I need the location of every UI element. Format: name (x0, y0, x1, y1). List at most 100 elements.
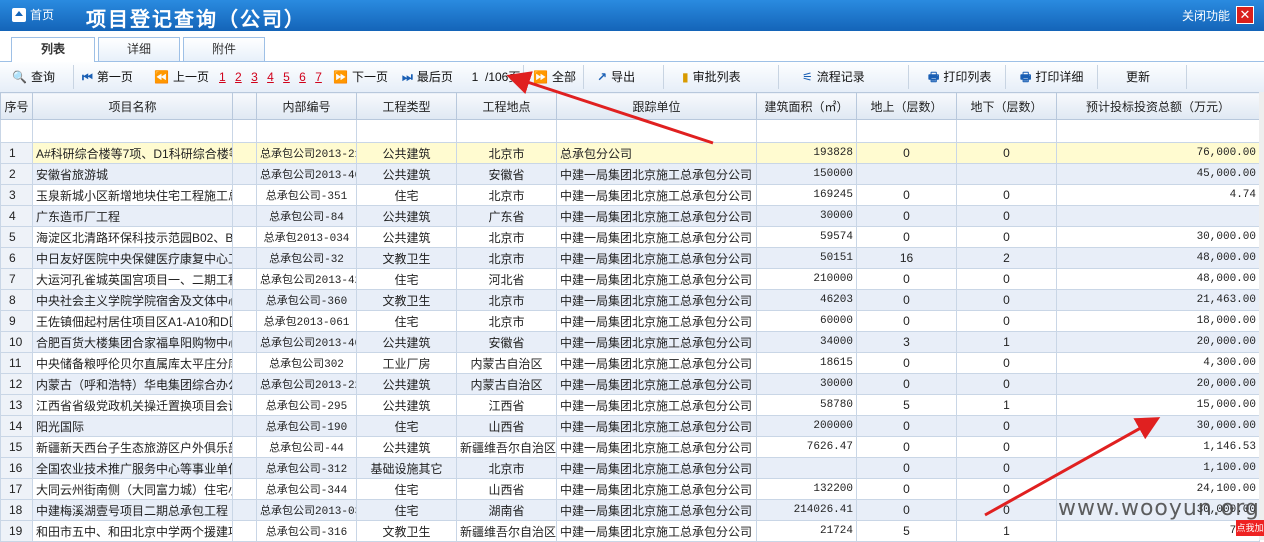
page-link-2[interactable]: 2 (235, 70, 242, 84)
filter-cell[interactable] (556, 119, 757, 143)
filter-cell[interactable] (456, 119, 557, 143)
next-page-icon: ⏩ (333, 70, 348, 84)
table-cell: 0 (856, 499, 957, 521)
page-link-3[interactable]: 3 (251, 70, 258, 84)
cell-spacer (232, 415, 257, 437)
table-cell: 住宅 (356, 478, 457, 500)
table-row[interactable]: 14 阳光国际 总承包公司-190 住宅 山西省 中建一局集团北京施工总承包分公司 2000… (0, 415, 1260, 437)
table-row[interactable]: 1 A#科研综合楼等7项、D1科研综合楼等 总承包公司2013-21 公共建筑 北京市总… (0, 142, 1260, 164)
col-header[interactable]: 内部编号 (256, 92, 357, 120)
page-link-5[interactable]: 5 (283, 70, 290, 84)
page-link-7[interactable]: 7 (315, 70, 322, 84)
col-header-spacer (232, 92, 257, 120)
table-cell: 山西省 (456, 415, 557, 437)
project-table: 序号 项目名称 内部编号 工程类型 工程地点 跟踪单位 建筑面积（㎡） 地上（层… (0, 92, 1260, 542)
table-row[interactable]: 7 大运河孔雀城英国宫项目一、二期工程 总承包公司2013-42 住宅 河北省 中建一局集… (0, 268, 1260, 290)
table-row[interactable]: 15 新疆新天西台子生态旅游区户外俱乐部 总承包公司-44 公共建筑 新疆维吾尔自治区中… (0, 436, 1260, 458)
col-header[interactable]: 预计投标投资总额（万元） (1056, 92, 1260, 120)
table-cell: 中建一局集团北京施工总承包分公司 (556, 415, 757, 437)
page-number-input[interactable]: 1 (465, 62, 485, 93)
table-cell: 中建一局集团北京施工总承包分公司 (556, 226, 757, 248)
home-link[interactable]: 首页 (12, 6, 54, 23)
tab-list[interactable]: 列表 (11, 37, 95, 62)
table-row[interactable]: 19 和田市五中、和田北京中学两个援建项 总承包公司-316 文教卫生 新疆维吾尔自治区… (0, 520, 1260, 542)
last-page-button[interactable]: ⏭ 最后页 (402, 62, 453, 92)
table-cell: 9 (0, 310, 33, 332)
add-badge[interactable]: 点我加 (1236, 520, 1264, 536)
table-cell: 大同云州街南侧（大同富力城）住宅小 (32, 478, 233, 500)
table-row[interactable]: 9 王佐镇佃起村居住项目区A1-A10和D区 总承包2013-061 住宅 北京市 中建一… (0, 310, 1260, 332)
approval-list-button[interactable]: ▮ 审批列表 (682, 62, 741, 92)
table-cell: 12 (0, 373, 33, 395)
tab-detail[interactable]: 详细 (98, 37, 180, 61)
print-list-button[interactable]: 🖶 打印列表 (928, 62, 991, 92)
vertical-scrollbar[interactable] (1259, 92, 1264, 540)
all-button[interactable]: ⏩ 全部 (533, 62, 576, 92)
table-cell: 7626.47 (756, 436, 857, 458)
col-header[interactable]: 工程类型 (356, 92, 457, 120)
table-cell: 18,000.00 (1056, 310, 1260, 332)
next-page-button[interactable]: ⏩ 下一页 (333, 62, 388, 92)
first-page-button[interactable]: ⏮ 第一页 (82, 62, 133, 92)
page-link-4[interactable]: 4 (267, 70, 274, 84)
page-link-1[interactable]: 1 (219, 70, 226, 84)
table-cell: 0 (856, 457, 957, 479)
table-row[interactable]: 16 全国农业技术推广服务中心等事业单位 总承包公司-312 基础设施其它 北京市 中建一… (0, 457, 1260, 479)
filter-cell[interactable] (232, 119, 257, 143)
table-row[interactable]: 12 内蒙古（呼和浩特）华电集团综合办公 总承包公司2013-22 公共建筑 内蒙古自治… (0, 373, 1260, 395)
filter-cell[interactable] (0, 119, 33, 143)
table-cell: 王佐镇佃起村居住项目区A1-A10和D区 (32, 310, 233, 332)
table-row[interactable]: 6 中日友好医院中央保健医疗康复中心工 总承包公司-32 文教卫生 北京市 中建一局集团北… (0, 247, 1260, 269)
table-row[interactable]: 8 中央社会主义学院学院宿舍及文体中心 总承包公司-360 文教卫生 北京市 中建一局集团… (0, 289, 1260, 311)
cell-spacer (232, 331, 257, 353)
table-cell: 总承包公司-351 (256, 184, 357, 206)
table-cell: 58780 (756, 394, 857, 416)
col-header[interactable]: 项目名称 (32, 92, 233, 120)
flow-record-button[interactable]: ⚟ 流程记录 (802, 62, 865, 92)
col-header[interactable]: 建筑面积（㎡） (756, 92, 857, 120)
table-row[interactable]: 3 玉泉新城小区新增地块住宅工程施工总 总承包公司-351 住宅 北京市 中建一局集团北京… (0, 184, 1260, 206)
col-header[interactable]: 跟踪单位 (556, 92, 757, 120)
filter-cell[interactable] (956, 119, 1057, 143)
table-row[interactable]: 2 安徽省旅游城 总承包公司2013-40 公共建筑 安徽省 中建一局集团北京施工总承包分… (0, 163, 1260, 185)
table-cell: 北京市 (456, 457, 557, 479)
page-link-6[interactable]: 6 (299, 70, 306, 84)
close-icon[interactable]: ✕ (1236, 6, 1254, 24)
filter-cell[interactable] (1056, 119, 1260, 143)
table-cell: 200000 (756, 415, 857, 437)
table-cell: 总承包公司2013-21 (256, 142, 357, 164)
filter-cell[interactable] (256, 119, 357, 143)
table-cell: 总承包公司-32 (256, 247, 357, 269)
table-cell: 广东造币厂工程 (32, 205, 233, 227)
col-header[interactable]: 地下（层数） (956, 92, 1057, 120)
table-row[interactable]: 10 合肥百货大楼集团合家福阜阳购物中心 总承包公司2013-40 公共建筑 安徽省 中建… (0, 331, 1260, 353)
table-cell: 0 (956, 436, 1057, 458)
col-header[interactable]: 地上（层数） (856, 92, 957, 120)
table-row[interactable]: 4 广东造币厂工程 总承包公司-84 公共建筑 广东省 中建一局集团北京施工总承包分公司 3… (0, 205, 1260, 227)
table-cell: 北京市 (456, 142, 557, 164)
prev-page-icon: ⏪ (154, 70, 169, 84)
query-button[interactable]: 🔍 查询 (12, 62, 55, 92)
close-function-link[interactable]: 关闭功能 (1182, 7, 1230, 24)
filter-cell[interactable] (856, 119, 957, 143)
tab-attachment[interactable]: 附件 (183, 37, 265, 61)
export-icon: ↗ (597, 70, 608, 84)
filter-cell[interactable] (356, 119, 457, 143)
filter-cell[interactable] (756, 119, 857, 143)
table-row[interactable]: 5 海淀区北清路环保科技示范园B02、B1 总承包2013-034 公共建筑 北京市 中建… (0, 226, 1260, 248)
table-cell: 210000 (756, 268, 857, 290)
filter-cell[interactable] (32, 119, 233, 143)
table-cell: 阳光国际 (32, 415, 233, 437)
prev-page-button[interactable]: ⏪ 上一页 (154, 62, 209, 92)
table-row[interactable]: 11 中央储备粮呼伦贝尔直属库太平庄分库 总承包公司302 工业厂房 内蒙古自治区 中建一… (0, 352, 1260, 374)
col-header[interactable]: 序号 (0, 92, 33, 120)
table-cell: 16 (0, 457, 33, 479)
cell-spacer (232, 520, 257, 542)
export-button[interactable]: ↗ 导出 (597, 62, 635, 92)
col-header[interactable]: 工程地点 (456, 92, 557, 120)
table-cell: A#科研综合楼等7项、D1科研综合楼等 (32, 142, 233, 164)
refresh-button[interactable]: 更新 (1126, 62, 1150, 92)
table-cell: 30000 (756, 205, 857, 227)
table-row[interactable]: 13 江西省省级党政机关操迁置换项目会议 总承包公司-295 公共建筑 江西省 中建一局集… (0, 394, 1260, 416)
print-detail-button[interactable]: 🖶 打印详细 (1020, 62, 1083, 92)
